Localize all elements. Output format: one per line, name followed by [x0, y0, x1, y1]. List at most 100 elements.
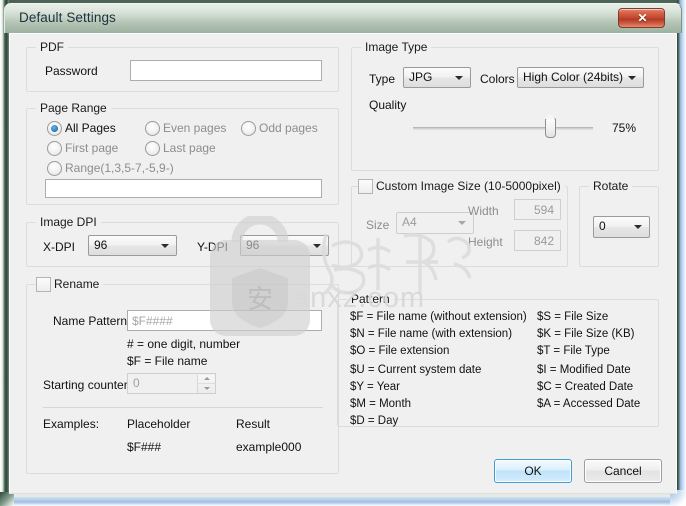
height-label: Height: [468, 235, 503, 249]
title-bar[interactable]: Default Settings ✕: [4, 3, 682, 33]
stepper-up-icon[interactable]: [198, 375, 215, 384]
rename-group: Rename Name Pattern # = one digit, numbe…: [26, 277, 339, 474]
window-border-left: [0, 0, 9, 506]
radio-odd-pages[interactable]: Odd pages: [241, 121, 318, 136]
custom-image-size-group: Custom Image Size (10-5000pixel) Size A4…: [351, 179, 568, 267]
password-label: Password: [45, 64, 98, 78]
rename-checkbox[interactable]: Rename: [36, 277, 104, 292]
x-dpi-combo[interactable]: 96: [88, 235, 177, 256]
pattern-item-D: $D = Day: [350, 415, 399, 427]
password-input[interactable]: [130, 60, 322, 81]
radio-first-page[interactable]: First page: [47, 141, 118, 156]
size-combo[interactable]: A4: [396, 212, 474, 234]
rotate-value: 0: [599, 219, 606, 233]
page-range-group-legend: Page Range: [36, 101, 111, 115]
cancel-button[interactable]: Cancel: [584, 459, 662, 483]
radio-all-pages-label: All Pages: [65, 121, 116, 135]
pattern-item-O: $O = File extension: [350, 345, 450, 357]
x-dpi-label: X-DPI: [43, 240, 76, 254]
radio-even-pages[interactable]: Even pages: [145, 121, 227, 136]
chevron-down-icon: [161, 243, 169, 248]
starting-counter-label: Starting counter: [43, 378, 128, 392]
radio-even-pages-label: Even pages: [163, 121, 227, 135]
quality-percent-value: 75%: [612, 121, 637, 135]
pattern-item-F: $F = File name (without extension): [350, 311, 527, 323]
x-dpi-value: 96: [94, 238, 108, 252]
window-frame: Default Settings ✕ PDF Password Page Ran…: [0, 0, 686, 506]
close-button[interactable]: ✕: [618, 8, 665, 28]
image-dpi-group-legend: Image DPI: [36, 215, 101, 229]
quality-slider-thumb[interactable]: [545, 114, 556, 138]
pattern-item-N: $N = File name (with extension): [350, 328, 513, 340]
rotate-group: Rotate 0: [579, 179, 659, 267]
pattern-item-K: $K = File Size (KB): [537, 328, 635, 340]
radio-range[interactable]: Range(1,3,5-7,-5,9-): [47, 161, 174, 176]
pattern-item-U: $U = Current system date: [350, 364, 482, 376]
result-column-header: Result: [236, 417, 271, 431]
example-result-value: example000: [236, 440, 302, 454]
size-label: Size: [366, 218, 390, 232]
image-type-group: Image Type Type JPG Colors High Color (2…: [351, 40, 659, 171]
chevron-down-icon: [313, 243, 321, 248]
window-border-right: [677, 0, 686, 506]
range-input[interactable]: [45, 179, 322, 198]
radio-all-pages[interactable]: All Pages: [47, 121, 116, 136]
type-label: Type: [369, 72, 396, 86]
dialog-client-area: PDF Password Page Range All Pages Even p…: [9, 33, 677, 494]
page-range-group: Page Range All Pages Even pages Odd page…: [26, 101, 339, 205]
hint-filename-text: $F = File name: [127, 354, 208, 368]
placeholder-column-header: Placeholder: [127, 417, 191, 431]
pattern-item-T: $T = File Type: [537, 345, 610, 357]
ok-button-label: OK: [524, 464, 542, 478]
starting-counter-stepper[interactable]: 0: [127, 373, 216, 394]
pattern-item-I: $I = Modified Date: [537, 364, 631, 376]
pattern-item-S: $S = File Size: [537, 311, 609, 323]
chevron-down-icon: [634, 225, 642, 229]
quality-slider-track[interactable]: [413, 127, 593, 130]
stepper-down-icon[interactable]: [198, 384, 215, 393]
pattern-item-M: $M = Month: [350, 398, 412, 410]
colors-label: Colors: [480, 72, 515, 86]
radio-last-page[interactable]: Last page: [145, 141, 216, 156]
rotate-combo[interactable]: 0: [593, 216, 650, 238]
radio-last-page-label: Last page: [163, 141, 216, 155]
pattern-item-Y: $Y = Year: [350, 381, 400, 393]
starting-counter-value: 0: [133, 376, 140, 390]
chevron-down-icon: [458, 221, 466, 225]
pattern-group: Pattern $F = File name (without extensio…: [337, 292, 659, 427]
pdf-group: PDF Password: [26, 40, 339, 92]
radio-odd-pages-label: Odd pages: [259, 121, 318, 135]
rename-checkbox-label: Rename: [54, 277, 100, 291]
name-pattern-input[interactable]: [127, 310, 322, 331]
window-border-bottom: [0, 497, 686, 506]
cancel-button-label: Cancel: [604, 464, 642, 478]
width-label: Width: [468, 204, 499, 218]
pattern-item-C: $C = Created Date: [537, 381, 634, 393]
pdf-group-legend: PDF: [36, 40, 68, 54]
height-input[interactable]: [514, 230, 561, 251]
close-icon: ✕: [637, 11, 648, 25]
type-combo[interactable]: JPG: [403, 67, 471, 88]
examples-label: Examples:: [43, 417, 100, 431]
ok-button[interactable]: OK: [494, 459, 572, 483]
y-dpi-label: Y-DPI: [197, 240, 228, 254]
type-value: JPG: [409, 70, 433, 84]
radio-range-label: Range(1,3,5-7,-5,9-): [65, 161, 174, 175]
custom-image-size-checkbox[interactable]: Custom Image Size (10-5000pixel): [358, 179, 565, 194]
window-corner-bottom-left: [0, 492, 14, 506]
size-value: A4: [402, 215, 417, 229]
chevron-down-icon: [628, 75, 636, 80]
image-type-group-legend: Image Type: [361, 40, 432, 54]
custom-image-size-checkbox-label: Custom Image Size (10-5000pixel): [376, 179, 561, 193]
width-input[interactable]: [514, 199, 561, 220]
window-title: Default Settings: [19, 10, 116, 25]
y-dpi-combo[interactable]: 96: [240, 235, 329, 256]
pattern-item-A: $A = Accessed Date: [537, 398, 641, 410]
colors-value: High Color (24bits): [523, 70, 624, 84]
name-pattern-label: Name Pattern: [53, 314, 128, 328]
rename-separator: [43, 407, 323, 408]
colors-combo[interactable]: High Color (24bits): [517, 67, 644, 88]
rotate-group-legend: Rotate: [589, 179, 633, 193]
starting-counter-spin-buttons[interactable]: [197, 375, 215, 393]
example-placeholder-value: $F###: [127, 440, 162, 454]
